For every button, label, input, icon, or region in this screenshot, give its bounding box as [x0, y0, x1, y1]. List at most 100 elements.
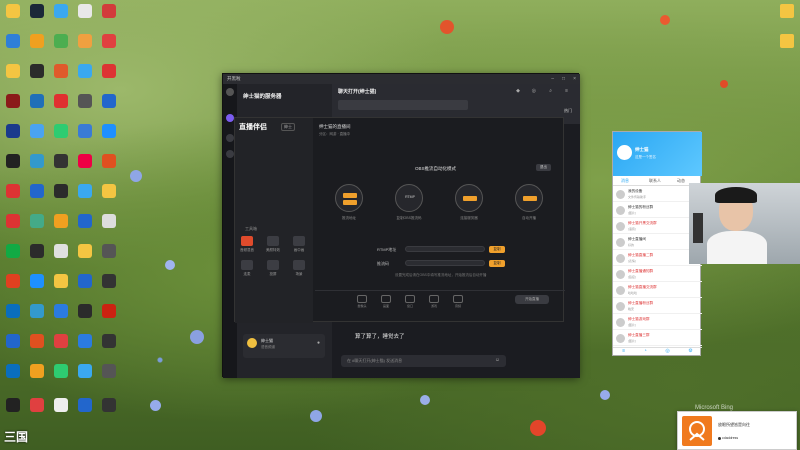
search-icon[interactable]: ⌕: [549, 88, 552, 94]
app-icon[interactable]: [54, 94, 68, 108]
app-icon[interactable]: [78, 334, 92, 348]
app-icon[interactable]: [78, 4, 92, 18]
app-icon[interactable]: [54, 214, 68, 228]
app-icon[interactable]: [54, 304, 68, 318]
folder-icon[interactable]: [102, 184, 116, 198]
folder-icon[interactable]: [54, 274, 68, 288]
mic-icon[interactable]: ●: [317, 340, 320, 346]
app-icon[interactable]: [78, 34, 92, 48]
app-icon[interactable]: [6, 214, 20, 228]
cast-icon[interactable]: [267, 260, 279, 270]
app-icon[interactable]: [102, 274, 116, 288]
app-icon[interactable]: [102, 94, 116, 108]
stream-key-field[interactable]: [405, 260, 485, 266]
screen-icon[interactable]: [381, 295, 391, 303]
app-icon[interactable]: [30, 64, 44, 78]
app-icon[interactable]: [6, 334, 20, 348]
app-icon[interactable]: [30, 274, 44, 288]
qq-icon[interactable]: [54, 4, 68, 18]
app-icon[interactable]: [78, 184, 92, 198]
rtmp-field[interactable]: [405, 246, 485, 252]
emoji-icon[interactable]: ☺: [495, 357, 500, 363]
app-icon[interactable]: [54, 334, 68, 348]
app-icon[interactable]: [6, 94, 20, 108]
audio-mixer-icon[interactable]: [241, 236, 253, 246]
list-item[interactable]: 绅士猫直播交流群 哈哈哈: [613, 283, 702, 298]
list-item[interactable]: 绅士直播粉丝群 晚安: [613, 299, 702, 314]
app-icon[interactable]: [78, 364, 92, 378]
app-icon[interactable]: [30, 94, 44, 108]
members-icon[interactable]: ◎: [532, 88, 536, 94]
app-icon[interactable]: [6, 124, 20, 138]
app-icon[interactable]: [30, 34, 44, 48]
menu-icon[interactable]: ≡: [565, 88, 568, 94]
avatar[interactable]: [617, 145, 632, 160]
tab-contacts[interactable]: 联系人: [649, 178, 661, 184]
app-icon[interactable]: [54, 364, 68, 378]
app-icon[interactable]: [54, 184, 68, 198]
scene-icon[interactable]: [293, 260, 305, 270]
app-icon[interactable]: [30, 334, 44, 348]
app-icon[interactable]: [6, 34, 20, 48]
notification-toast[interactable]: 放眼所望皆是向往 cdaddress: [677, 411, 797, 450]
app-icon[interactable]: [6, 364, 20, 378]
app-icon[interactable]: [30, 184, 44, 198]
close-icon[interactable]: ×: [573, 76, 576, 82]
pip-icon[interactable]: [293, 236, 305, 246]
app-icon[interactable]: [6, 274, 20, 288]
folder-icon[interactable]: [6, 4, 20, 18]
folder-icon[interactable]: [780, 4, 794, 18]
start-live-button[interactable]: 开始直播: [515, 295, 549, 304]
app-icon[interactable]: [78, 154, 92, 168]
copy-key-button[interactable]: 复制: [489, 260, 505, 267]
app-icon[interactable]: [54, 34, 68, 48]
window-icon[interactable]: [405, 295, 415, 303]
list-item[interactable]: 绅士猫游戏群 [图片]: [613, 315, 702, 330]
tab-feed[interactable]: 动态: [677, 178, 685, 184]
chat-icon[interactable]: ◔: [644, 348, 647, 357]
app-icon[interactable]: [30, 364, 44, 378]
copy-rtmp-button[interactable]: 复制: [489, 246, 505, 253]
settings-icon[interactable]: ⚙: [688, 348, 692, 357]
folder-icon[interactable]: [78, 244, 92, 258]
app-icon[interactable]: [78, 274, 92, 288]
app-icon[interactable]: [54, 244, 68, 258]
app-icon[interactable]: [102, 64, 116, 78]
app-icon[interactable]: [102, 398, 116, 412]
app-icon[interactable]: [30, 214, 44, 228]
app-icon[interactable]: [78, 304, 92, 318]
app-icon[interactable]: [102, 364, 116, 378]
list-item[interactable]: 绅士直播通知群 [链接]: [613, 267, 702, 282]
app-icon[interactable]: [78, 64, 92, 78]
app-icon[interactable]: [102, 334, 116, 348]
app-icon[interactable]: [54, 398, 68, 412]
app-icon[interactable]: [6, 398, 20, 412]
app-icon[interactable]: [78, 398, 92, 412]
beauty-icon[interactable]: [267, 236, 279, 246]
tab-messages[interactable]: 消息: [621, 178, 629, 184]
link-mic-icon[interactable]: [241, 260, 253, 270]
app-icon[interactable]: [6, 64, 20, 78]
app-icon[interactable]: [102, 34, 116, 48]
maximize-icon[interactable]: □: [562, 76, 565, 82]
game-icon[interactable]: [429, 295, 439, 303]
app-icon[interactable]: [6, 184, 20, 198]
app-icon[interactable]: [102, 214, 116, 228]
app-icon[interactable]: [54, 154, 68, 168]
app-icon[interactable]: [78, 124, 92, 138]
app-icon[interactable]: [102, 154, 116, 168]
app-icon[interactable]: [54, 64, 68, 78]
app-icon[interactable]: [30, 154, 44, 168]
minimize-icon[interactable]: –: [551, 76, 554, 82]
list-item[interactable]: 绅士直播三群 [图片]: [613, 331, 702, 346]
app-icon[interactable]: [30, 244, 44, 258]
app-icon[interactable]: [30, 398, 44, 412]
add-server-icon[interactable]: [226, 134, 234, 142]
app-icon[interactable]: [102, 124, 116, 138]
app-icon[interactable]: [6, 304, 20, 318]
app-icon[interactable]: [78, 94, 92, 108]
contacts-icon[interactable]: ◎: [665, 348, 669, 357]
folder-icon[interactable]: [780, 34, 794, 48]
steam-icon[interactable]: [30, 4, 44, 18]
camera-icon[interactable]: [357, 295, 367, 303]
